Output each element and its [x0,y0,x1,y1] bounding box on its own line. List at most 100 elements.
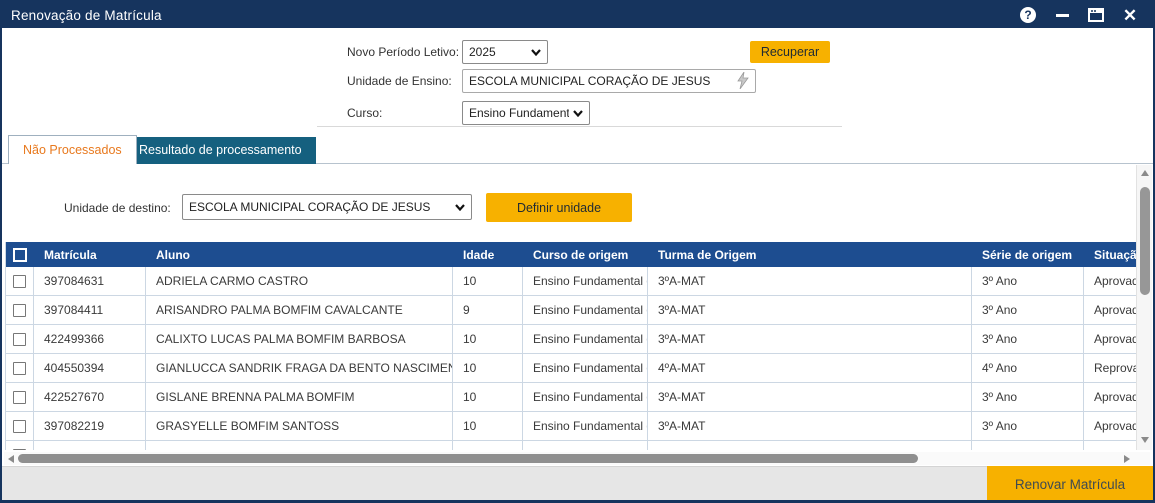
vertical-scrollbar[interactable] [1136,165,1152,450]
help-icon: ? [1020,7,1036,23]
cell-idade: 10 [453,325,523,353]
cell-aluno: CALIXTO LUCAS PALMA BOMFIM BARBOSA [146,325,453,353]
column-header-matricula[interactable]: Matrícula [34,242,146,267]
cell-turma-origem: 3ºA-MAT [648,325,972,353]
table-row: 397084631 ADRIELA CARMO CASTRO 10 Ensino… [6,267,1140,296]
cell-matricula: 404550394 [34,354,146,382]
maximize-icon [1088,8,1104,22]
renovar-matricula-button[interactable]: Renovar Matrícula [987,466,1153,502]
chevron-down-icon [573,110,583,117]
table-row: 422499366 CALIXTO LUCAS PALMA BOMFIM BAR… [6,325,1140,354]
periodo-letivo-value: 2025 [469,45,527,59]
cell-situacao: Aprovado [1084,267,1140,295]
form-divider [317,126,842,127]
window-title: Renovação de Matrícula [2,8,162,23]
cell-aluno: GISLANE BRENNA PALMA BOMFIM [146,383,453,411]
help-button[interactable]: ? [1019,6,1037,24]
horizontal-scrollbar[interactable] [4,452,1150,465]
column-header-situacao[interactable]: Situação [1084,242,1140,267]
cell-situacao: Aprovado [1084,383,1140,411]
close-icon: ✕ [1123,7,1137,24]
horizontal-scrollbar-thumb[interactable] [18,454,918,463]
scroll-down-icon[interactable] [1141,437,1149,443]
scroll-up-icon[interactable] [1141,170,1149,176]
row-checkbox[interactable] [13,333,26,346]
table-row: 422527670 GISLANE BRENNA PALMA BOMFIM 10… [6,383,1140,412]
unidade-destino-value: ESCOLA MUNICIPAL CORAÇÃO DE JESUS [189,200,451,214]
chevron-down-icon [531,49,541,56]
cell-turma-origem: 3ºA-MAT [648,267,972,295]
row-checkbox[interactable] [13,275,26,288]
curso-label: Curso: [347,106,382,120]
cell-idade: 10 [453,267,523,295]
column-header-idade[interactable]: Idade [453,242,523,267]
table-row: 404550394 GIANLUCCA SANDRIK FRAGA DA BEN… [6,354,1140,383]
recuperar-button[interactable]: Recuperar [750,41,830,63]
periodo-letivo-select[interactable]: 2025 [462,40,548,64]
curso-select[interactable]: Ensino Fundamental d [462,101,590,125]
unidade-ensino-input[interactable] [462,69,756,93]
renovacao-matricula-window: Renovação de Matrícula ? ✕ Novo Períod [0,0,1155,503]
cell-curso-origem: Ensino Fundamental de 9 anos [523,267,648,295]
cell-situacao: Aprovado [1084,412,1140,440]
cell-turma-origem: 3ºA-MAT [648,383,972,411]
cell-aluno: GIANLUCCA SANDRIK FRAGA DA BENTO NASCIME… [146,354,453,382]
footer-bar [2,466,1153,502]
cell-situacao: Aprovado [1084,325,1140,353]
chevron-down-icon [455,204,465,211]
column-header-turma-origem[interactable]: Turma de Origem [648,242,972,267]
cell-matricula: 397084631 [34,267,146,295]
vertical-scrollbar-thumb[interactable] [1140,187,1150,295]
table-row: 397084411 ARISANDRO PALMA BOMFIM CAVALCA… [6,296,1140,325]
cell-situacao: Aprovado [1084,296,1140,324]
unidade-destino-select[interactable]: ESCOLA MUNICIPAL CORAÇÃO DE JESUS [182,194,472,220]
cell-turma-origem: 3ºA-MAT [648,296,972,324]
tab-nao-processados[interactable]: Não Processados [8,135,137,164]
row-checkbox[interactable] [13,304,26,317]
definir-unidade-button[interactable]: Definir unidade [486,193,632,222]
tab-strip: Não Processados Resultado de processamen… [2,135,1153,164]
close-button[interactable]: ✕ [1121,6,1139,24]
cell-curso-origem: Ensino Fundamental de 9 anos [523,412,648,440]
select-all-checkbox[interactable] [13,248,27,262]
minimize-button[interactable] [1053,6,1071,24]
table-header-row: Matrícula Aluno Idade Curso de origem Tu… [6,242,1140,267]
cell-curso-origem: Ensino Fundamental de 9 anos [523,383,648,411]
cell-serie-origem: 3º Ano [972,412,1084,440]
cell-idade: 10 [453,354,523,382]
window-controls: ? ✕ [1019,6,1153,24]
row-checkbox[interactable] [13,391,26,404]
cell-turma-origem: 4ºA-MAT [648,354,972,382]
column-header-aluno[interactable]: Aluno [146,242,453,267]
cell-matricula: 397082219 [34,412,146,440]
row-checkbox[interactable] [13,362,26,375]
column-header-curso-origem[interactable]: Curso de origem [523,242,648,267]
cell-situacao: Reprovado [1084,354,1140,382]
cell-aluno: GRASYELLE BOMFIM SANTOSS [146,412,453,440]
periodo-letivo-label: Novo Período Letivo: [347,45,459,59]
scroll-left-icon[interactable] [8,455,14,463]
students-table: Matrícula Aluno Idade Curso de origem Tu… [5,242,1140,450]
column-header-serie-origem[interactable]: Série de origem [972,242,1084,267]
row-checkbox[interactable] [13,420,26,433]
table-row-partial [6,441,1140,450]
cell-curso-origem: Ensino Fundamental de 9 anos [523,354,648,382]
row-checkbox[interactable] [13,449,26,451]
maximize-button[interactable] [1087,6,1105,24]
scroll-right-icon[interactable] [1124,455,1130,463]
title-bar: Renovação de Matrícula ? ✕ [2,2,1153,28]
cell-curso-origem: Ensino Fundamental de 9 anos [523,325,648,353]
unidade-ensino-label: Unidade de Ensino: [347,74,452,88]
cell-idade: 10 [453,412,523,440]
minimize-icon [1056,14,1069,17]
tab-resultado-processamento[interactable]: Resultado de processamento [125,137,316,164]
cell-serie-origem: 3º Ano [972,383,1084,411]
cell-idade: 9 [453,296,523,324]
table-row: 397082219 GRASYELLE BOMFIM SANTOSS 10 En… [6,412,1140,441]
curso-value: Ensino Fundamental d [469,106,569,120]
cell-serie-origem: 3º Ano [972,267,1084,295]
cell-serie-origem: 4º Ano [972,354,1084,382]
unidade-destino-label: Unidade de destino: [64,201,171,215]
cell-turma-origem: 3ºA-MAT [648,412,972,440]
cell-matricula: 397084411 [34,296,146,324]
